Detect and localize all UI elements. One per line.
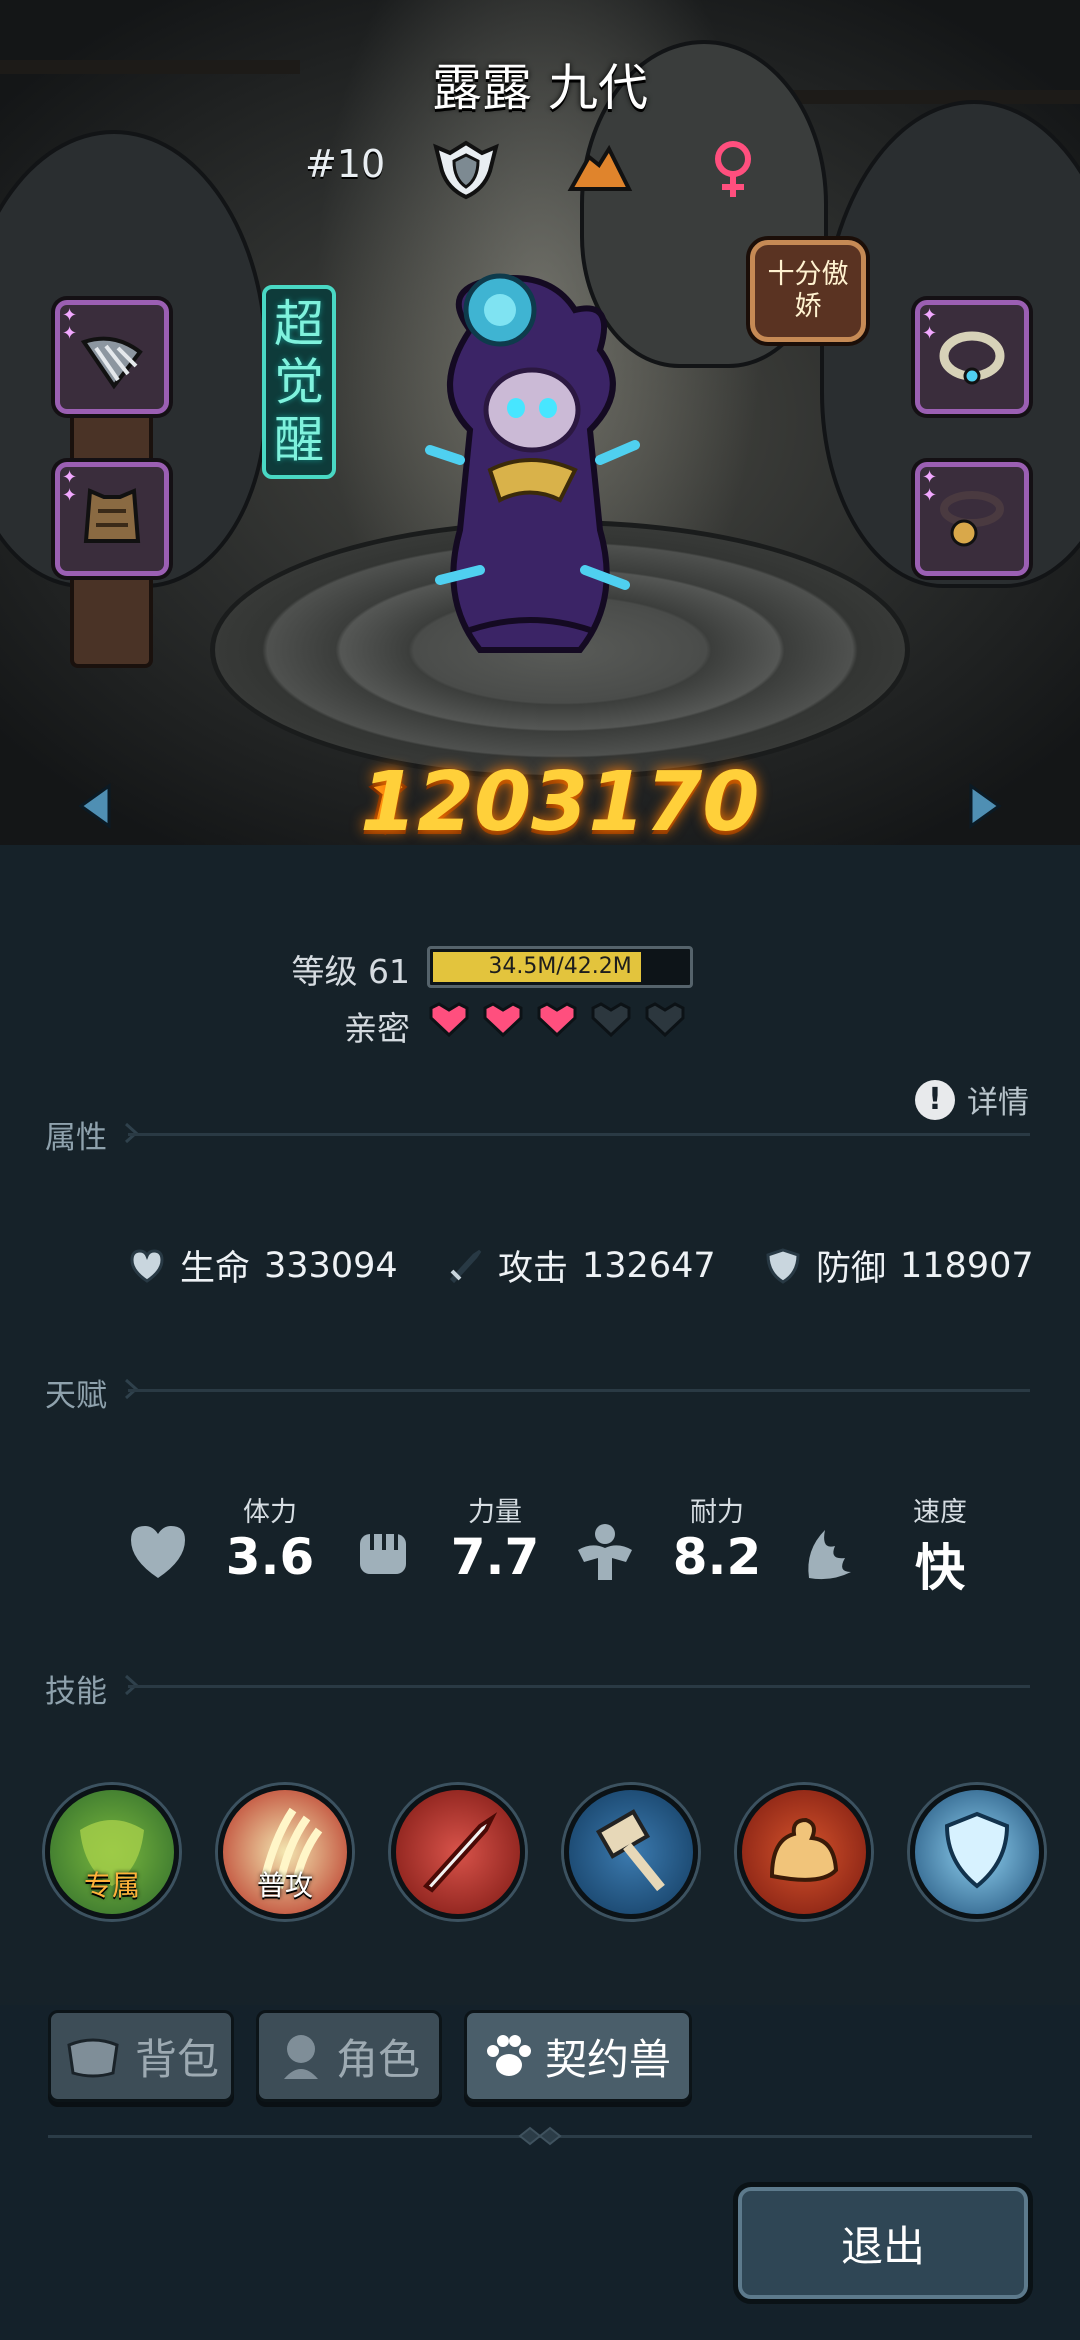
fist-icon bbox=[360, 1534, 406, 1574]
skill-exclusive[interactable]: 专属 bbox=[45, 1785, 179, 1919]
power-value: 1203170 bbox=[360, 755, 760, 845]
skill-caption: 普攻 bbox=[256, 1869, 313, 1902]
talent-endurance: 耐力 8.2 bbox=[572, 1490, 762, 1590]
info-icon: ! bbox=[915, 1079, 955, 1120]
bell-collar-icon bbox=[940, 491, 1004, 547]
stat-value: 132647 bbox=[582, 1245, 716, 1286]
detail-label: 详情 bbox=[967, 1085, 1029, 1121]
star-rank-icon: ✦ ✦ bbox=[62, 467, 78, 506]
claw-weapon-icon bbox=[80, 336, 143, 390]
section-title-talent: 天赋 bbox=[45, 1378, 107, 1414]
equip-slot-armor-vest[interactable]: ✦ ✦ bbox=[55, 462, 169, 576]
talent-name: 耐力 bbox=[690, 1497, 744, 1528]
hero-scene: 露露 九代 #10 ✦ ✦ ✦ ✦ ✦ ✦ ✦ ✦ 超觉醒 十分傲娇 1203170 bbox=[0, 0, 1080, 845]
talent-strength: 力量 7.7 bbox=[350, 1490, 540, 1590]
paw-icon bbox=[486, 2035, 531, 2076]
intimacy-hearts bbox=[427, 1002, 687, 1038]
tab-character[interactable]: 角色 bbox=[256, 2010, 442, 2102]
female-icon[interactable] bbox=[693, 134, 773, 204]
level-label: 等级 61 bbox=[291, 952, 410, 991]
next-hero-arrow-icon[interactable] bbox=[965, 782, 1005, 830]
equip-slot-necklace[interactable]: ✦ ✦ bbox=[915, 300, 1029, 414]
stat-defense: 防御 118907 bbox=[764, 1240, 1034, 1291]
talent-value: 7.7 bbox=[450, 1528, 540, 1586]
stat-name: 生命 bbox=[180, 1249, 251, 1289]
heart-filled-icon bbox=[537, 1002, 577, 1038]
heart-empty-icon bbox=[591, 1002, 631, 1038]
ice-shield-skill-icon bbox=[944, 1811, 1010, 1889]
stat-value: 333094 bbox=[264, 1245, 398, 1286]
skill-caption: 专属 bbox=[83, 1869, 140, 1902]
shield-icon bbox=[766, 1247, 800, 1284]
bag-icon bbox=[67, 2038, 119, 2078]
section-title-attributes: 属性 bbox=[45, 1120, 107, 1156]
hero-rank: #10 bbox=[305, 142, 386, 186]
stat-hp: 生命 333094 bbox=[128, 1240, 398, 1291]
stat-attack: 攻击 132647 bbox=[446, 1240, 716, 1291]
talent-name: 力量 bbox=[468, 1497, 522, 1528]
tab-label: 背包 bbox=[134, 2034, 219, 2084]
talent-name: 体力 bbox=[243, 1497, 297, 1528]
intimacy-label: 亲密 bbox=[344, 1009, 410, 1048]
talent-stamina: 体力 3.6 bbox=[125, 1490, 315, 1590]
tab-backpack[interactable]: 背包 bbox=[48, 2010, 234, 2102]
skill-blade[interactable] bbox=[391, 1785, 525, 1919]
blade-skill-icon bbox=[422, 1812, 498, 1893]
strength-skill-icon bbox=[769, 1817, 839, 1882]
section-divider bbox=[128, 1685, 1030, 1688]
talent-value: 3.6 bbox=[225, 1528, 315, 1586]
talent-name: 速度 bbox=[913, 1497, 967, 1528]
divider-ornament-icon bbox=[518, 2126, 562, 2146]
heart-shield-icon bbox=[130, 1248, 164, 1283]
muscle-icon bbox=[578, 1524, 632, 1580]
equip-slot-claw-weapon[interactable]: ✦ ✦ bbox=[55, 300, 169, 414]
personality-badge: 十分傲娇 bbox=[750, 240, 866, 342]
skill-strength[interactable] bbox=[737, 1785, 871, 1919]
heart-icon bbox=[131, 1526, 185, 1578]
hero-name: 露露 九代 bbox=[432, 59, 648, 117]
equip-slot-bell-collar[interactable]: ✦ ✦ bbox=[915, 462, 1029, 576]
skill-hammer[interactable] bbox=[564, 1785, 698, 1919]
character-icon bbox=[283, 2035, 318, 2079]
tab-contract-beast[interactable]: 契约兽 bbox=[464, 2010, 692, 2102]
exit-button[interactable]: 退出 bbox=[733, 2182, 1033, 2304]
skill-ice-shield[interactable] bbox=[910, 1785, 1044, 1919]
talent-speed: 速度 快 bbox=[795, 1490, 985, 1597]
tab-label: 角色 bbox=[335, 2034, 420, 2084]
talent-value: 快 bbox=[915, 1539, 965, 1597]
star-rank-icon: ✦ ✦ bbox=[62, 305, 78, 344]
heart-empty-icon bbox=[645, 1002, 685, 1038]
wing-icon bbox=[808, 1530, 851, 1580]
necklace-icon bbox=[939, 331, 1005, 385]
star-rank-icon: ✦ ✦ bbox=[922, 305, 938, 344]
section-title-skills: 技能 bbox=[45, 1674, 107, 1710]
previous-hero-arrow-icon[interactable] bbox=[75, 782, 115, 830]
exp-bar: 34.5M/42.2M bbox=[427, 946, 693, 988]
exp-text: 34.5M/42.2M bbox=[488, 954, 632, 979]
hammer-skill-icon bbox=[595, 1809, 665, 1892]
stat-name: 防御 bbox=[816, 1249, 887, 1289]
sword-icon bbox=[449, 1249, 482, 1283]
skill-basic-attack[interactable]: 普攻 bbox=[218, 1785, 352, 1919]
stat-name: 攻击 bbox=[498, 1249, 569, 1289]
heart-filled-icon bbox=[483, 1002, 523, 1038]
terrain-icon[interactable] bbox=[560, 134, 640, 204]
stat-value: 118907 bbox=[900, 1245, 1034, 1286]
section-divider bbox=[128, 1389, 1030, 1392]
detail-button[interactable]: ! 详情 bbox=[915, 1077, 1029, 1122]
tab-label: 契约兽 bbox=[544, 2034, 671, 2084]
star-rank-icon: ✦ ✦ bbox=[922, 467, 938, 506]
talent-value: 8.2 bbox=[672, 1528, 762, 1586]
armor-vest-icon bbox=[83, 488, 141, 543]
section-divider bbox=[128, 1133, 1030, 1136]
heart-filled-icon bbox=[429, 1002, 469, 1038]
shield-badge-icon[interactable] bbox=[426, 134, 506, 204]
hero-character[interactable] bbox=[400, 270, 660, 670]
super-awaken-tag: 超觉醒 bbox=[262, 285, 336, 479]
